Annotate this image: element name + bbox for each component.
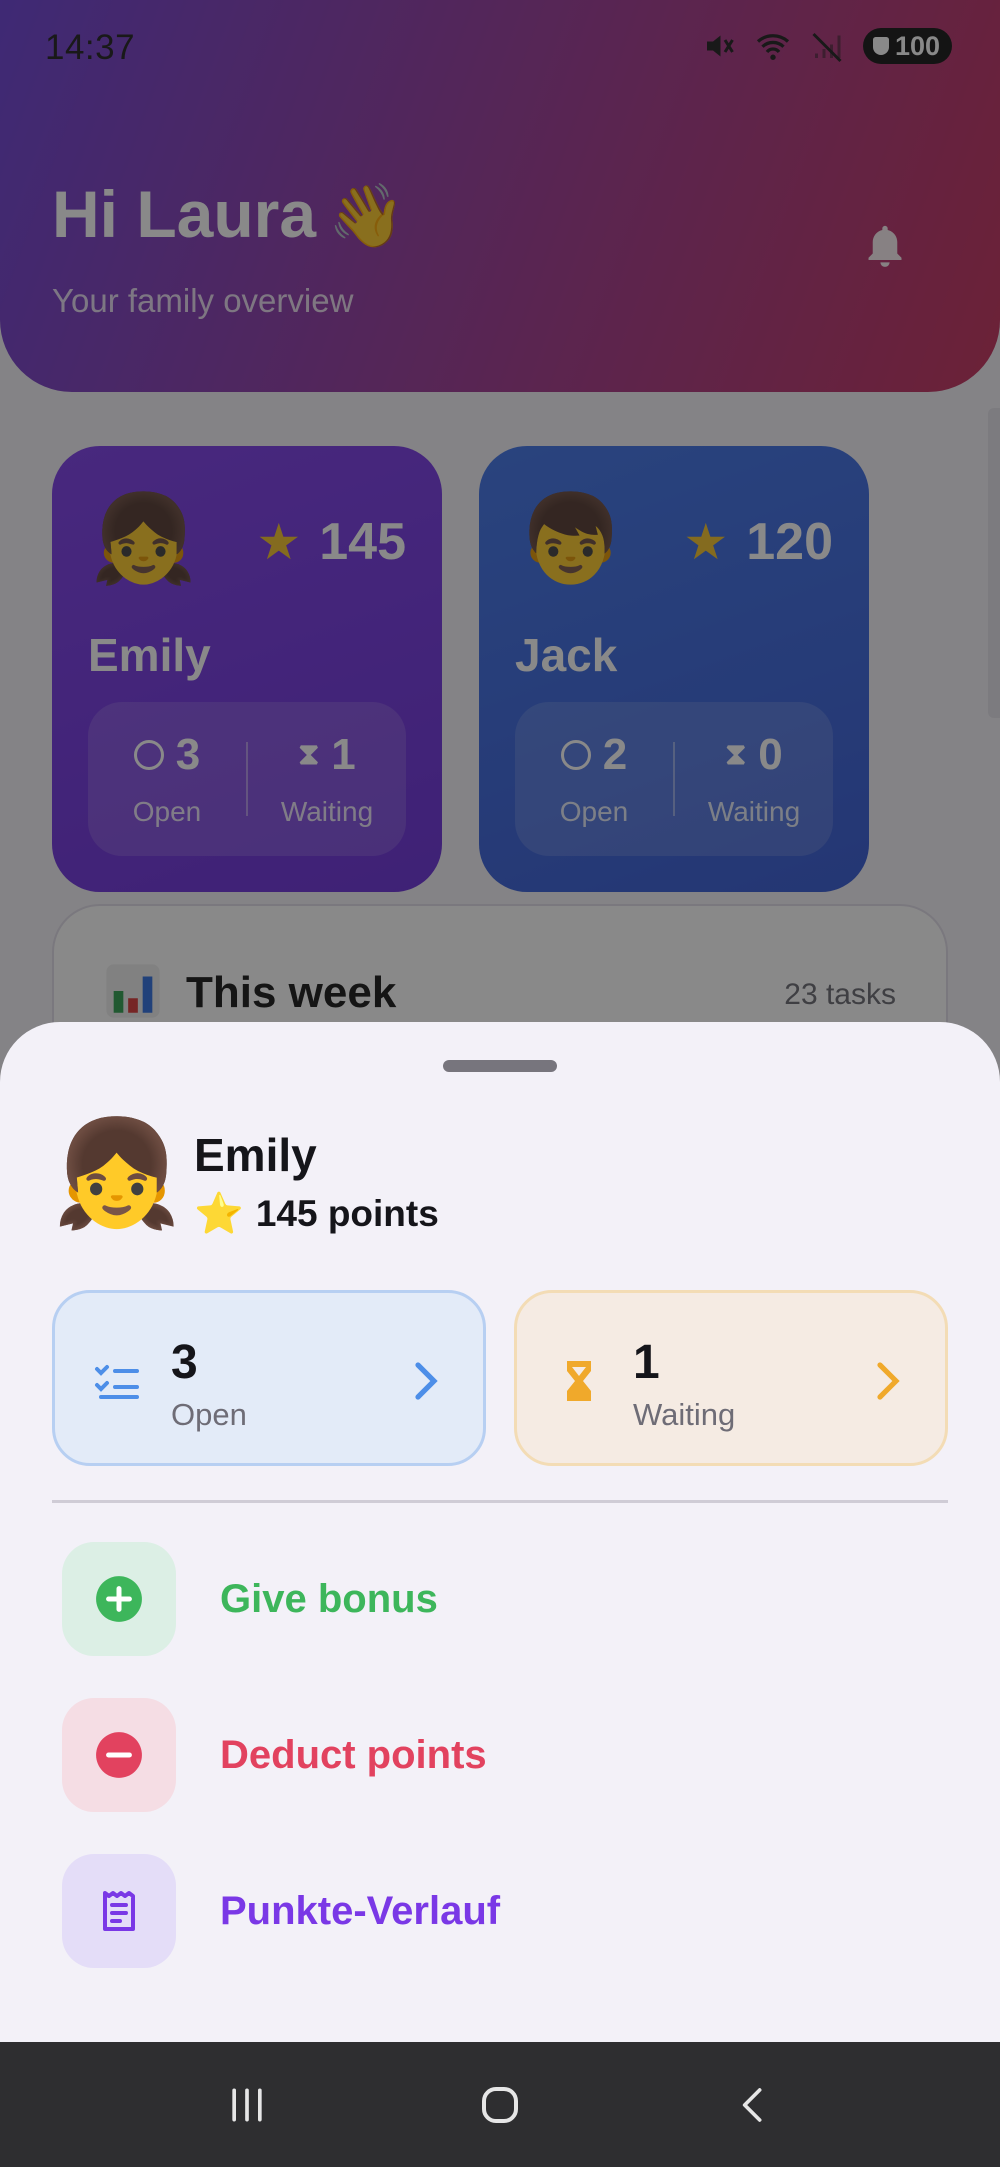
give-bonus-label: Give bonus — [220, 1576, 438, 1621]
drag-handle[interactable] — [443, 1060, 557, 1072]
home-button[interactable] — [470, 2075, 530, 2135]
minus-circle-icon — [62, 1698, 176, 1812]
open-label: Open — [171, 1397, 247, 1432]
deduct-points-label: Deduct points — [220, 1732, 487, 1777]
hourglass-icon — [567, 1361, 591, 1401]
waiting-count: 1 — [633, 1336, 660, 1389]
plus-circle-icon — [62, 1542, 176, 1656]
kid-detail-sheet: 👧 Emily ⭐ 145 points 3 Open 1 Waiting Gi… — [0, 1022, 1000, 2042]
points-history-label: Punkte-Verlauf — [220, 1888, 501, 1933]
open-count: 3 — [171, 1336, 198, 1389]
back-button[interactable] — [723, 2075, 783, 2135]
recents-button[interactable] — [217, 2075, 277, 2135]
divider — [52, 1500, 948, 1503]
avatar: 👧 — [52, 1116, 182, 1232]
home-icon — [481, 2086, 518, 2123]
deduct-points-button[interactable]: Deduct points — [62, 1698, 862, 1812]
star-icon: ⭐ — [194, 1192, 244, 1236]
points-history-button[interactable]: Punkte-Verlauf — [62, 1854, 862, 1968]
back-icon — [743, 2087, 762, 2122]
system-nav-bar — [0, 2042, 1000, 2167]
sheet-kid-points: ⭐ 145 points — [194, 1192, 439, 1236]
waiting-label: Waiting — [633, 1397, 736, 1432]
open-tasks-tile[interactable]: 3 Open — [52, 1290, 486, 1466]
receipt-icon — [62, 1854, 176, 1968]
recents-icon — [231, 2088, 262, 2121]
give-bonus-button[interactable]: Give bonus — [62, 1542, 862, 1656]
sheet-kid-name: Emily — [194, 1129, 317, 1181]
checklist-icon — [95, 1365, 139, 1399]
chevron-right-icon — [877, 1362, 900, 1400]
waiting-tasks-tile[interactable]: 1 Waiting — [514, 1290, 948, 1466]
chevron-right-icon — [415, 1362, 438, 1400]
